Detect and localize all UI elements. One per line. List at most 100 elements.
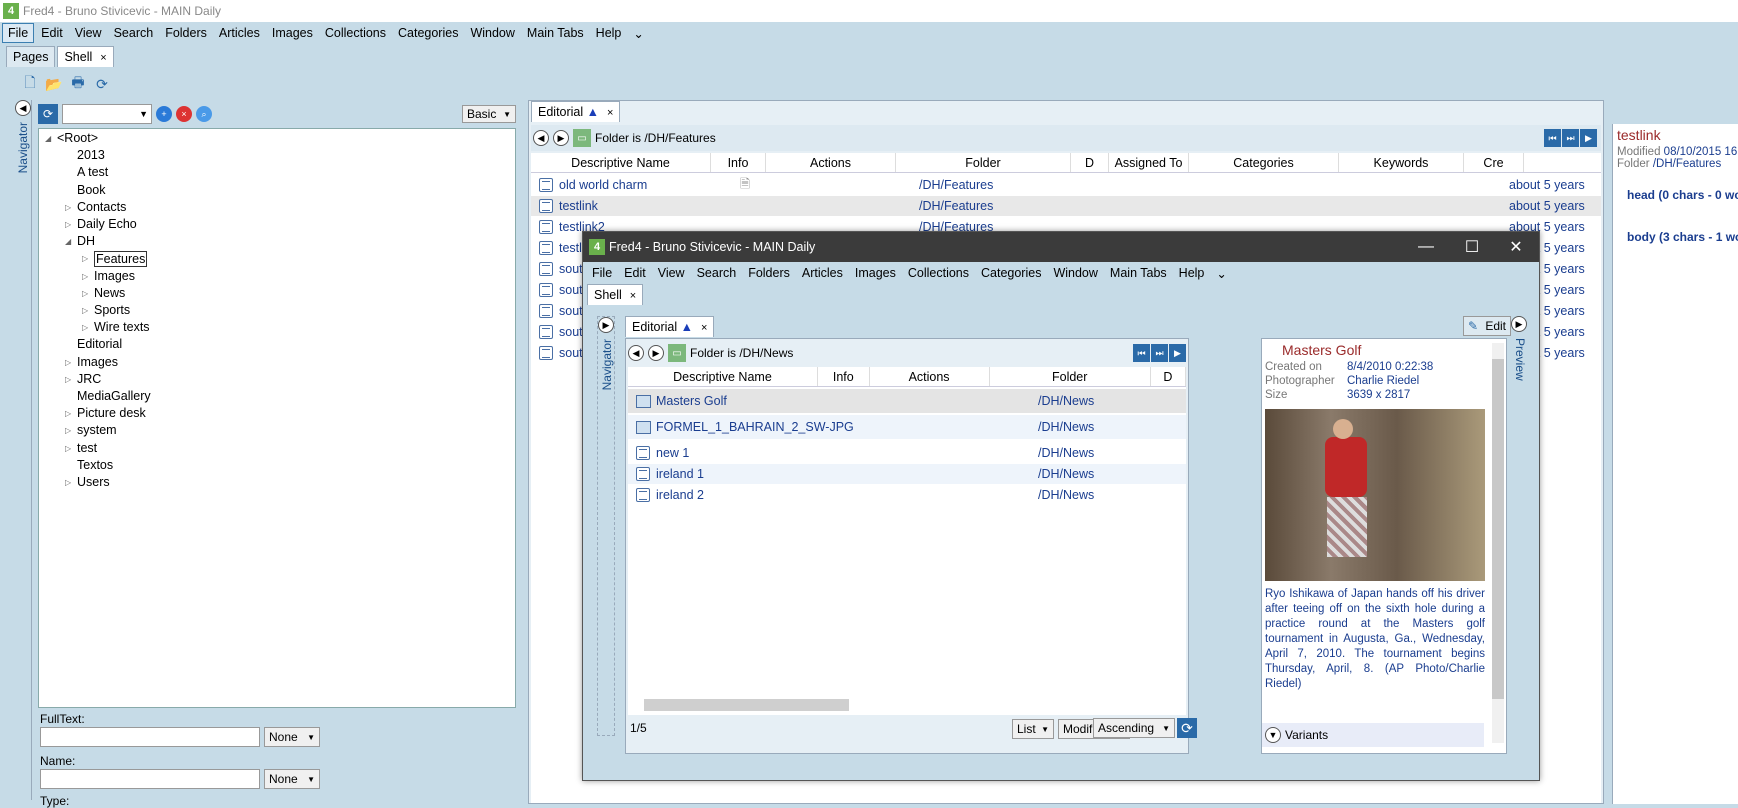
column-header[interactable]: Folder xyxy=(896,153,1071,172)
tree-node[interactable]: 2013 xyxy=(77,148,105,162)
float-menu-main-tabs[interactable]: Main Tabs xyxy=(1105,264,1172,282)
tree-node[interactable]: Users xyxy=(77,475,110,489)
expand-toggle-icon[interactable]: ▷ xyxy=(65,358,71,367)
variants-section[interactable]: ▼ Variants xyxy=(1262,723,1484,747)
column-header[interactable]: Folder xyxy=(990,367,1151,386)
expand-toggle-icon[interactable]: ▷ xyxy=(65,444,71,453)
tab-shell[interactable]: Shell × xyxy=(57,46,114,67)
float-tab-editorial[interactable]: Editorial ▲ × xyxy=(625,316,715,337)
collapse-navigator-icon[interactable]: ◀ xyxy=(15,100,31,116)
mode-select[interactable]: Basic ▼ xyxy=(462,105,516,123)
first-page-icon[interactable]: ⏮ xyxy=(1133,344,1150,362)
minimize-icon[interactable]: — xyxy=(1403,232,1449,262)
float-menu-edit[interactable]: Edit xyxy=(619,264,651,282)
next-page-icon[interactable]: ⏭ xyxy=(1562,129,1579,147)
tree-node[interactable]: MediaGallery xyxy=(77,389,151,403)
forward-icon[interactable]: ▶ xyxy=(648,345,664,361)
menu-view[interactable]: View xyxy=(70,24,107,42)
tree-node[interactable]: Textos xyxy=(77,458,113,472)
tree-node[interactable]: <Root> xyxy=(57,131,98,145)
menu-categories[interactable]: Categories xyxy=(393,24,463,42)
expand-toggle-icon[interactable]: ▷ xyxy=(82,289,88,298)
tab-pages[interactable]: Pages xyxy=(6,46,56,67)
expand-toggle-icon[interactable]: ▷ xyxy=(65,478,71,487)
column-header[interactable]: Categories xyxy=(1189,153,1339,172)
remove-icon[interactable]: × xyxy=(176,106,192,122)
tree-node[interactable]: Picture desk xyxy=(77,406,146,420)
menu-articles[interactable]: Articles xyxy=(214,24,265,42)
table-row[interactable]: new 1/DH/News xyxy=(628,443,1186,463)
menu-edit[interactable]: Edit xyxy=(36,24,68,42)
float-menu-window[interactable]: Window xyxy=(1048,264,1102,282)
info-icon[interactable]: 🗎 xyxy=(740,177,750,191)
table-row[interactable]: ireland 2/DH/News xyxy=(628,485,1186,505)
tree-node[interactable]: JRC xyxy=(77,372,101,386)
collapse-preview-icon[interactable]: ▶ xyxy=(1511,316,1527,332)
tree-node[interactable]: Book xyxy=(77,183,106,197)
open-icon[interactable]: 📂 xyxy=(44,74,64,94)
new-document-icon[interactable]: 🗋 xyxy=(20,74,40,94)
tree-node[interactable]: Features xyxy=(94,251,148,268)
tree-node[interactable]: A test xyxy=(77,165,108,179)
column-header[interactable]: Cre xyxy=(1464,153,1524,172)
last-page-icon[interactable]: ▶ xyxy=(1169,344,1186,362)
float-tab-shell[interactable]: Shell × xyxy=(587,284,644,305)
column-header[interactable]: Assigned To xyxy=(1109,153,1189,172)
column-header[interactable]: Info xyxy=(818,367,870,386)
tree-node[interactable]: Images xyxy=(94,269,135,283)
next-page-icon[interactable]: ⏭ xyxy=(1151,344,1168,362)
float-menu-articles[interactable]: Articles xyxy=(797,264,848,282)
fulltext-input[interactable] xyxy=(40,727,260,747)
scrollbar-thumb[interactable] xyxy=(1492,359,1504,699)
tree-node[interactable]: system xyxy=(77,423,117,437)
expand-toggle-icon[interactable]: ▷ xyxy=(82,254,88,263)
back-icon[interactable]: ◀ xyxy=(533,130,549,146)
float-menu-categories[interactable]: Categories xyxy=(976,264,1046,282)
menu-images[interactable]: Images xyxy=(267,24,318,42)
tree-node[interactable]: News xyxy=(94,286,125,300)
menu-main-tabs[interactable]: Main Tabs xyxy=(522,24,589,42)
table-row[interactable]: Masters Golf/DH/News xyxy=(628,389,1186,413)
forward-icon[interactable]: ▶ xyxy=(553,130,569,146)
order-select[interactable]: Ascending ▼ xyxy=(1093,718,1175,738)
column-header[interactable]: Info xyxy=(711,153,766,172)
expand-toggle-icon[interactable]: ◢ xyxy=(65,237,71,246)
edit-button[interactable]: ✎ Edit xyxy=(1463,316,1511,336)
tree-node[interactable]: DH xyxy=(77,234,95,248)
float-menu-help[interactable]: Help xyxy=(1174,264,1210,282)
maximize-icon[interactable]: ☐ xyxy=(1449,232,1495,262)
close-icon[interactable]: × xyxy=(100,52,106,64)
column-header[interactable]: D xyxy=(1071,153,1109,172)
expand-toggle-icon[interactable]: ▷ xyxy=(82,323,88,332)
column-header[interactable]: Descriptive Name xyxy=(531,153,711,172)
overflow-chevron-icon[interactable]: ⌄ xyxy=(628,24,648,43)
column-header[interactable]: Keywords xyxy=(1339,153,1464,172)
head-section[interactable]: head (0 chars - 0 wo xyxy=(1613,170,1738,202)
float-menu-collections[interactable]: Collections xyxy=(903,264,974,282)
menu-folders[interactable]: Folders xyxy=(160,24,212,42)
detail-scrollbar[interactable] xyxy=(1492,343,1504,743)
close-icon[interactable]: × xyxy=(607,107,613,119)
add-icon[interactable]: + xyxy=(156,106,172,122)
back-icon[interactable]: ◀ xyxy=(628,345,644,361)
overflow-chevron-icon[interactable]: ⌄ xyxy=(1211,264,1231,283)
tree-node[interactable]: Editorial xyxy=(77,337,122,351)
expand-navigator-icon[interactable]: ▶ xyxy=(598,317,614,333)
expand-toggle-icon[interactable]: ▷ xyxy=(82,306,88,315)
sort-refresh-icon[interactable]: ⟳ xyxy=(1177,718,1197,738)
tree-node[interactable]: Contacts xyxy=(77,200,126,214)
close-window-icon[interactable]: ✕ xyxy=(1493,232,1539,262)
table-row[interactable]: ireland 1/DH/News xyxy=(628,464,1186,484)
horizontal-scrollbar[interactable] xyxy=(644,699,849,711)
last-page-icon[interactable]: ▶ xyxy=(1580,129,1597,147)
float-menu-file[interactable]: File xyxy=(587,264,617,282)
expand-toggle-icon[interactable]: ▷ xyxy=(65,426,71,435)
first-page-icon[interactable]: ⏮ xyxy=(1544,129,1561,147)
tree-node[interactable]: Sports xyxy=(94,303,130,317)
sync-icon[interactable]: ⟳ xyxy=(38,104,58,124)
name-option-select[interactable]: None ▼ xyxy=(264,769,320,789)
table-row[interactable]: FORMEL_1_BAHRAIN_2_SW-JPG/DH/News xyxy=(628,415,1186,439)
column-header[interactable]: D xyxy=(1151,367,1186,386)
expand-toggle-icon[interactable]: ◢ xyxy=(45,134,51,143)
menu-window[interactable]: Window xyxy=(465,24,519,42)
